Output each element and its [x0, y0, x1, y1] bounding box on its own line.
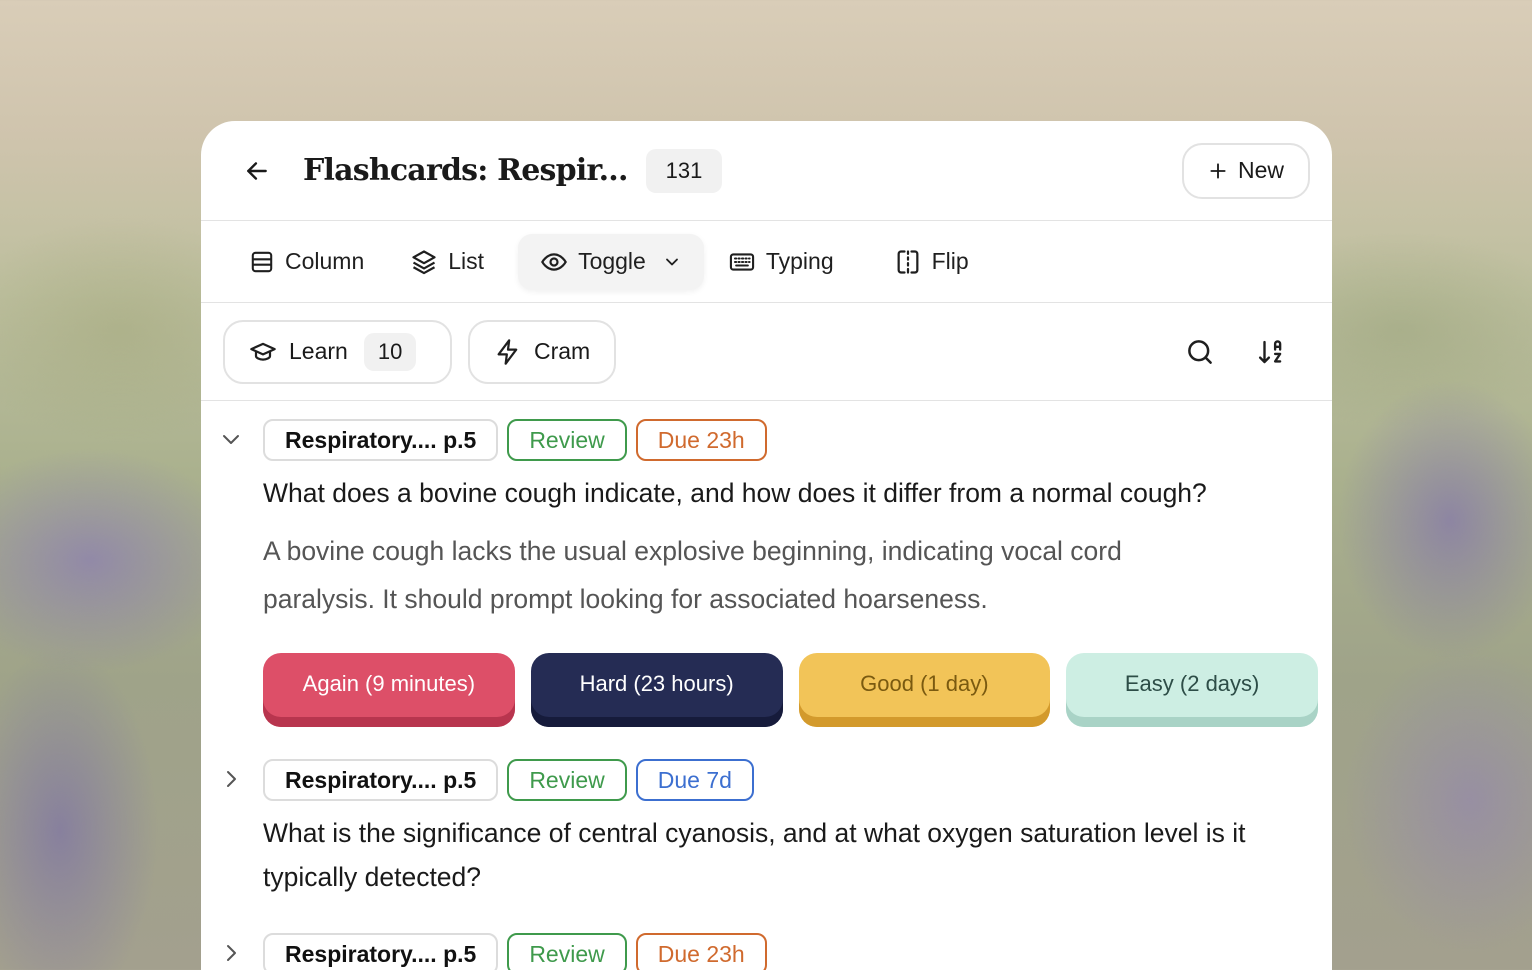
search-button[interactable] [1180, 332, 1220, 372]
source-tag[interactable]: Respiratory.... p.5 [263, 759, 499, 801]
layers-icon [412, 249, 436, 274]
card-answer: A bovine cough lacks the usual explosive… [263, 536, 1122, 614]
flashcard-item: Respiratory.... p.5 Review Due 7d What i… [201, 727, 1332, 899]
hard-button[interactable]: Hard (23 hours) [530, 653, 783, 727]
again-button[interactable]: Again (9 minutes) [263, 653, 515, 727]
sort-az-icon [1258, 339, 1282, 363]
view-flip-label: Flip [931, 248, 969, 274]
chevron-right-icon [227, 945, 236, 961]
view-list-button[interactable]: List [398, 234, 496, 290]
graduation-cap-icon [250, 342, 276, 361]
expand-toggle[interactable] [217, 939, 245, 967]
flashcard-item: Respiratory.... p.5 Review Due 23h What … [201, 401, 1332, 727]
status-badge: Review [507, 933, 627, 970]
source-tag[interactable]: Respiratory.... p.5 [263, 933, 499, 970]
view-flip-button[interactable]: Flip [882, 234, 981, 290]
sort-button[interactable] [1252, 332, 1292, 372]
column-icon [251, 251, 273, 272]
new-card-button[interactable]: New [1181, 142, 1310, 199]
search-icon [1188, 339, 1212, 364]
flip-icon [897, 249, 919, 274]
eye-icon [541, 252, 567, 271]
cram-button[interactable]: Cram [468, 319, 617, 384]
good-button[interactable]: Good (1 day) [798, 653, 1051, 727]
keyboard-icon [729, 252, 754, 271]
status-badge: Review [507, 419, 627, 461]
chevron-right-icon [227, 771, 236, 787]
view-toggle-dropdown[interactable]: Toggle [518, 233, 704, 290]
flashcard-item: Respiratory.... p.5 Review Due 23h [201, 899, 1332, 970]
learn-button[interactable]: Learn 10 [223, 319, 452, 384]
lightning-icon [497, 338, 518, 365]
view-toggle-label: Toggle [578, 248, 646, 274]
expand-toggle[interactable] [217, 765, 245, 793]
view-typing-label: Typing [765, 248, 834, 274]
easy-button[interactable]: Easy (2 days) [1066, 653, 1318, 727]
flashcards-panel: Flashcards: Respir... 131 New Column Lis… [201, 121, 1332, 970]
header: Flashcards: Respir... 131 New [201, 121, 1332, 221]
card-tags: Respiratory.... p.5 Review Due 23h [263, 419, 1318, 461]
card-tags: Respiratory.... p.5 Review Due 7d [263, 759, 1318, 801]
card-count-badge: 131 [645, 148, 723, 193]
chevron-down-icon [665, 258, 678, 265]
card-question: What is the significance of central cyan… [263, 818, 1246, 892]
arrow-left-icon [247, 161, 267, 180]
due-badge: Due 7d [635, 759, 754, 801]
plus-icon [1210, 162, 1226, 179]
source-tag[interactable]: Respiratory.... p.5 [263, 419, 499, 461]
back-button[interactable] [241, 155, 273, 187]
study-mode-row: Learn 10 Cram [201, 303, 1332, 401]
view-typing-button[interactable]: Typing [716, 234, 846, 290]
page-title: Flashcards: Respir... [303, 153, 628, 188]
grade-buttons: Again (9 minutes) Hard (23 hours) Good (… [263, 653, 1318, 727]
cram-label: Cram [534, 338, 591, 364]
view-list-label: List [448, 248, 485, 274]
view-column-label: Column [285, 248, 365, 274]
learn-label: Learn [289, 338, 348, 364]
due-badge: Due 23h [635, 933, 767, 970]
learn-count-badge: 10 [363, 332, 417, 371]
view-toolbar: Column List Toggle Typing Flip [201, 221, 1332, 303]
card-question: What does a bovine cough indicate, and h… [263, 478, 1207, 508]
view-column-button[interactable]: Column [237, 234, 376, 290]
status-badge: Review [507, 759, 627, 801]
card-tags: Respiratory.... p.5 Review Due 23h [263, 933, 1318, 970]
due-badge: Due 23h [635, 419, 767, 461]
collapse-toggle[interactable] [217, 425, 245, 453]
chevron-down-icon [223, 435, 239, 444]
new-button-label: New [1237, 157, 1284, 183]
